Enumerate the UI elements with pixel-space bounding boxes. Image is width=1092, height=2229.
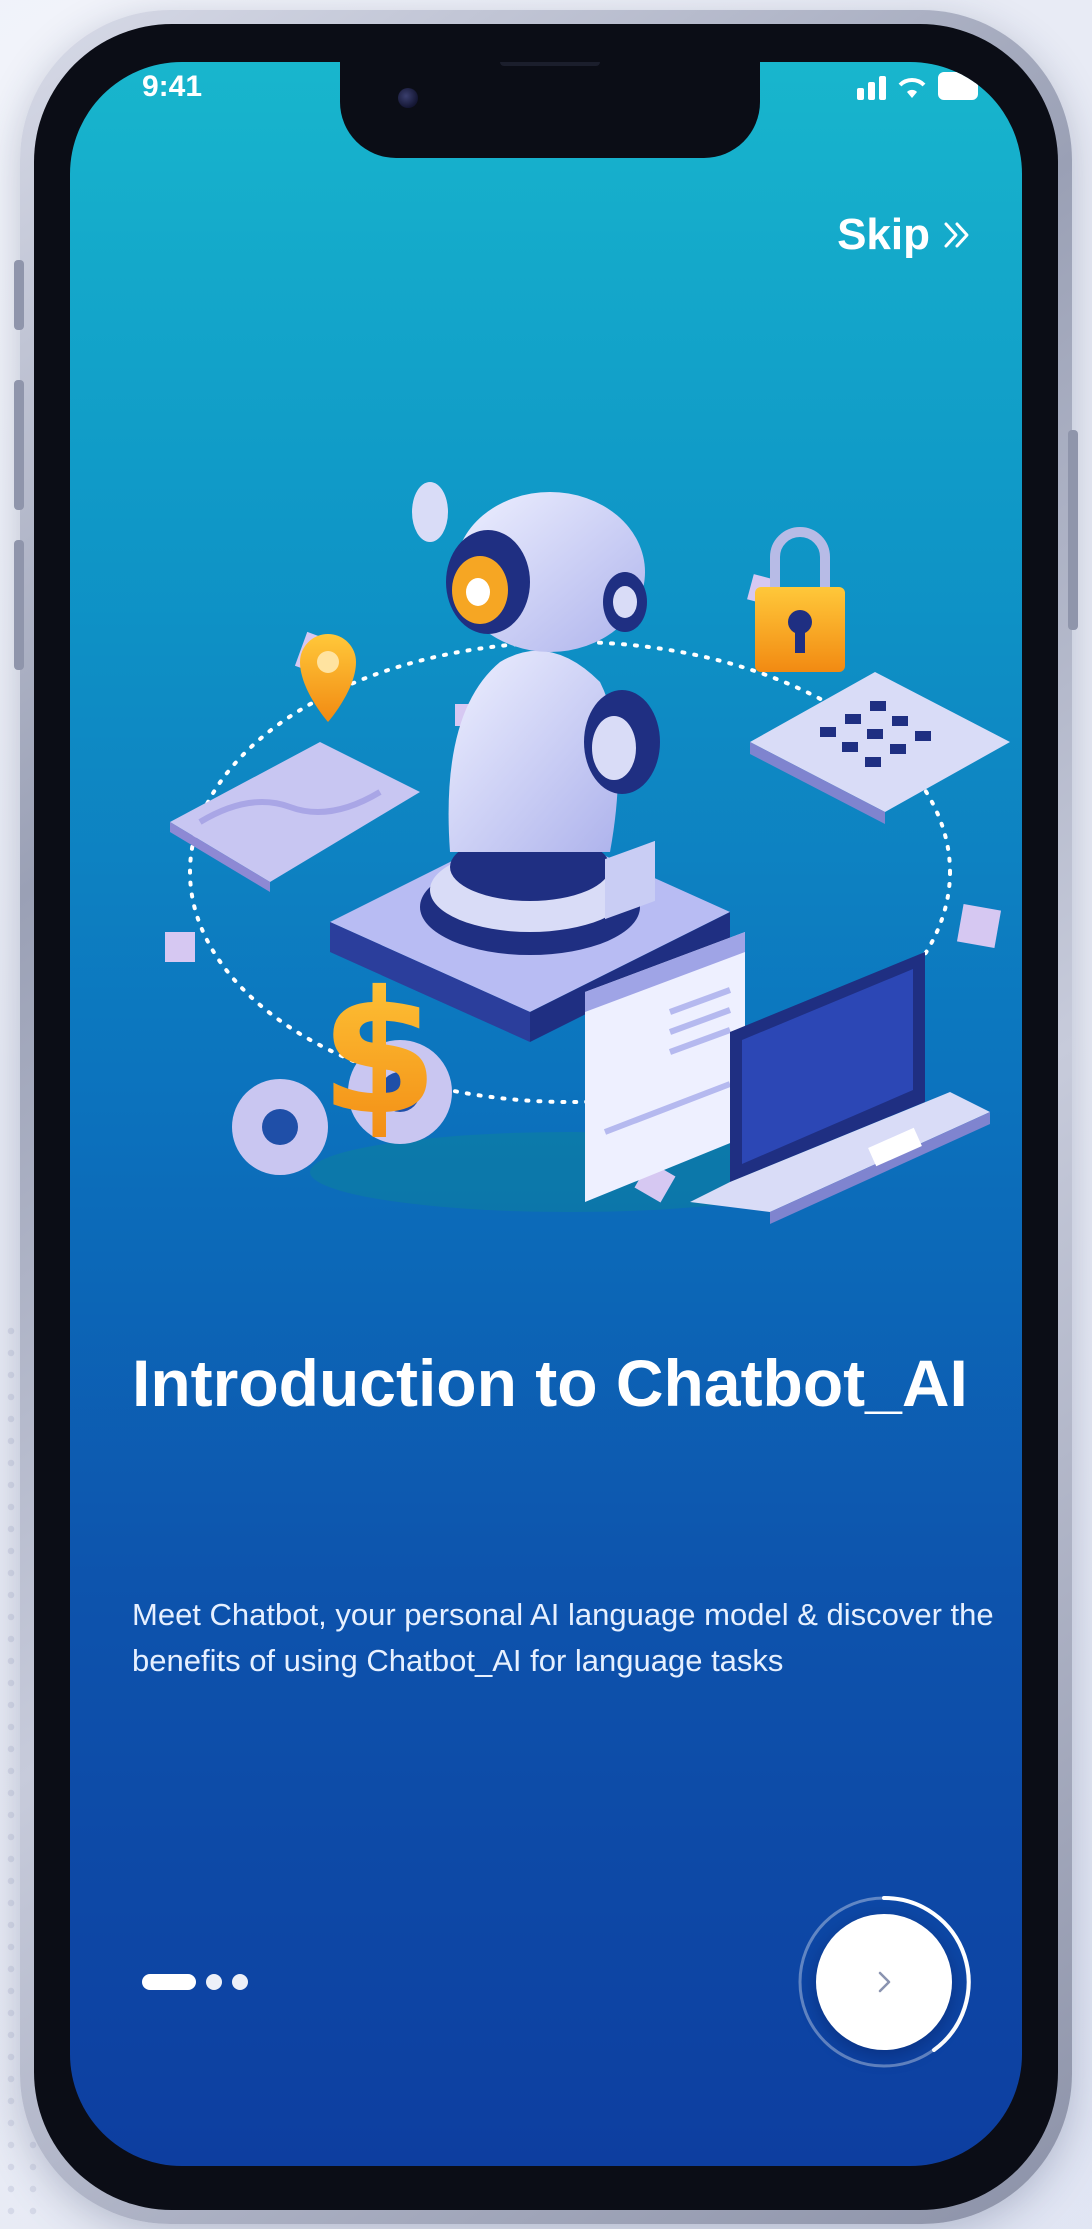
svg-text:$: $ xyxy=(320,955,438,1153)
onboarding-description: Meet Chatbot, your personal AI language … xyxy=(132,1597,994,1678)
phone-side-button xyxy=(14,260,24,330)
page-dot-active xyxy=(142,1974,196,1990)
skip-button[interactable]: Skip xyxy=(837,210,974,260)
onboarding-title: Introduction to Chatbot_AI xyxy=(132,1346,968,1420)
next-button[interactable] xyxy=(816,1914,952,2050)
phone-power-button xyxy=(1068,430,1078,630)
wifi-icon xyxy=(898,78,926,98)
status-time: 9:41 xyxy=(142,70,203,103)
double-chevron-right-icon xyxy=(944,222,969,248)
page-indicator xyxy=(142,1974,248,1990)
page-dot xyxy=(206,1974,222,1990)
chevron-right-icon xyxy=(878,1971,891,1993)
camera-icon xyxy=(398,88,418,108)
page-dot xyxy=(232,1974,248,1990)
chatbot-illustration: $ xyxy=(165,482,1010,1224)
battery-icon xyxy=(938,72,978,100)
skip-label: Skip xyxy=(837,210,930,259)
notch-speaker xyxy=(500,62,600,66)
lock-icon xyxy=(755,527,845,672)
calculator-icon xyxy=(750,672,1010,824)
dollar-icon: $ xyxy=(320,955,438,1153)
signal-icon xyxy=(857,74,886,100)
onboarding-screen: 9:41 Skip $ Introduction to Chatbot_AI M… xyxy=(70,62,1022,2166)
map-pin-icon xyxy=(170,634,420,892)
phone-volume-up-button xyxy=(14,380,24,510)
next-button-wrapper xyxy=(794,1892,974,2072)
phone-volume-down-button xyxy=(14,540,24,670)
phone-notch xyxy=(340,62,760,158)
status-indicators xyxy=(857,72,978,100)
